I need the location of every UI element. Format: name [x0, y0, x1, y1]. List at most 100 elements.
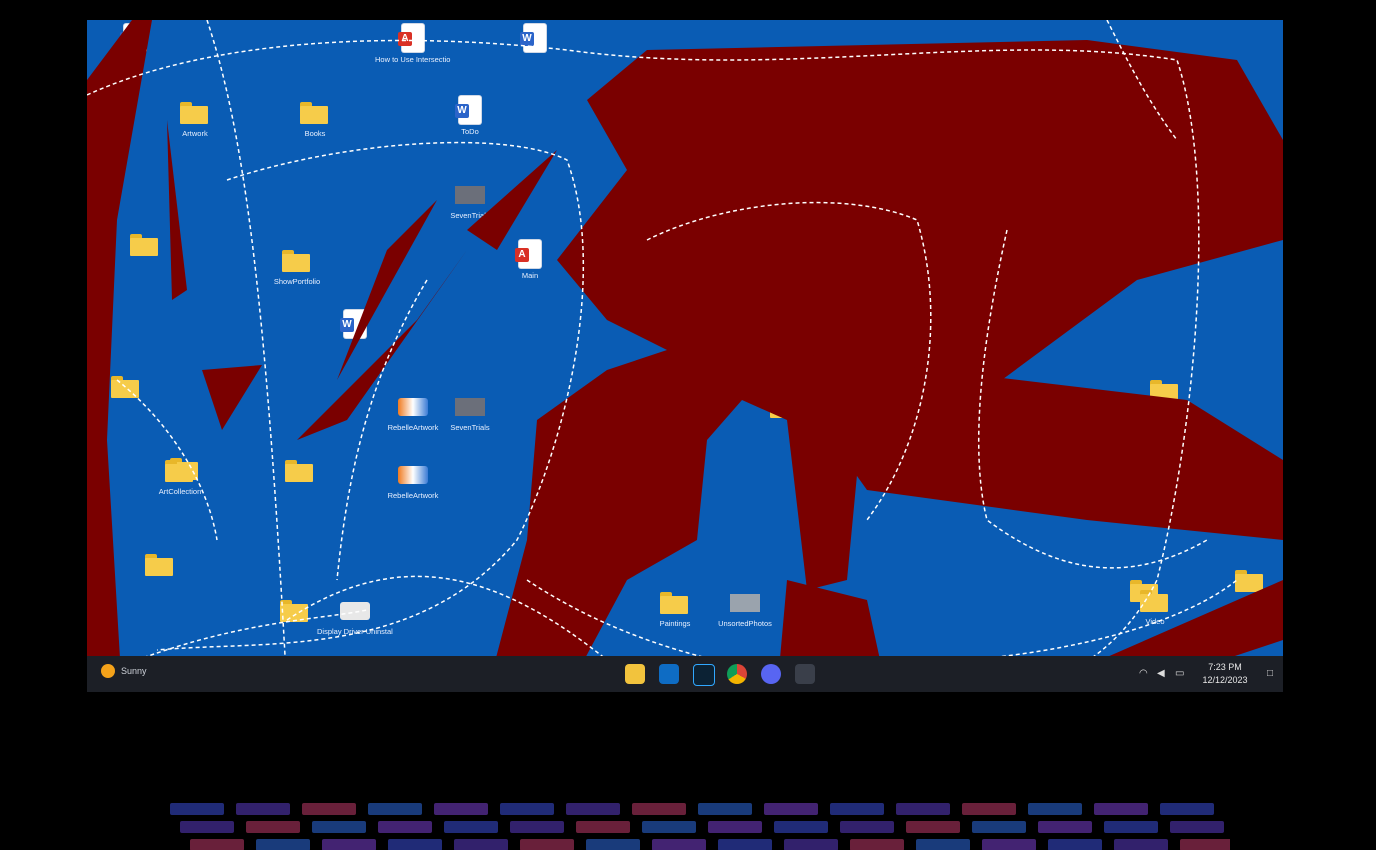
image-file-icon — [455, 180, 485, 208]
keyboard-key — [520, 839, 574, 850]
chrome-icon[interactable] — [727, 664, 747, 684]
desktop-icon-label: Artwork — [182, 129, 208, 138]
keyboard-key — [916, 839, 970, 850]
battery-icon[interactable]: ▭ — [1175, 668, 1184, 679]
desktop-icon-label: Books — [304, 129, 326, 138]
clock-date: 12/12/2023 — [1202, 675, 1248, 685]
desktop-icon[interactable]: ShowPortfolio — [259, 246, 335, 306]
wifi-icon[interactable]: ◠ — [1139, 668, 1148, 679]
keyboard-key — [246, 821, 300, 833]
keyboard-key — [962, 803, 1016, 815]
desktop-icon[interactable]: W — [317, 310, 393, 370]
keyboard-key — [180, 821, 234, 833]
desktop-icon[interactable]: ArtCollection — [142, 456, 218, 516]
desktop-icon[interactable]: Video — [1117, 586, 1193, 646]
folder-icon — [660, 588, 690, 616]
taskbar: Sunny ◠ ◀ ▭ 7:23 PM 12/12/2023 □ — [87, 656, 1283, 692]
pdf-document-icon: A — [515, 240, 545, 268]
discord-icon[interactable] — [761, 664, 781, 684]
keyboard-key — [830, 803, 884, 815]
desktop-icon[interactable]: W — [497, 24, 573, 84]
keyboard-key — [1028, 803, 1082, 815]
outlook-icon[interactable] — [659, 664, 679, 684]
desktop-icon[interactable]: W ToDo — [432, 96, 508, 156]
desktop-icon[interactable] — [917, 246, 993, 306]
keyboard-backlight — [130, 795, 1230, 850]
application-icon — [398, 460, 428, 488]
desktop-icon[interactable] — [88, 372, 164, 432]
word-document-icon: W — [455, 96, 485, 124]
keyboard-key — [500, 803, 554, 815]
keyboard-key — [652, 839, 706, 850]
app-icon[interactable] — [795, 664, 815, 684]
weather-widget[interactable]: Sunny — [101, 664, 147, 678]
folder-icon — [165, 456, 195, 484]
keyboard-key — [576, 821, 630, 833]
keyboard-key — [698, 803, 752, 815]
pdf-document-icon: A — [398, 24, 428, 52]
keyboard-key — [322, 839, 376, 850]
desktop-icon-label: ArtCollection — [158, 487, 202, 496]
keyboard-key — [850, 839, 904, 850]
folder-icon — [130, 230, 160, 258]
keyboard-key — [378, 821, 432, 833]
keyboard-key — [256, 839, 310, 850]
keyboard-key — [632, 803, 686, 815]
application-icon — [398, 392, 428, 420]
folder-icon — [285, 456, 315, 484]
desktop-icon-label: Video — [1145, 617, 1165, 626]
weather-label: Sunny — [121, 666, 147, 676]
word-document-icon: W — [340, 310, 370, 338]
notification-icon[interactable]: □ — [1267, 668, 1273, 679]
desktop-icon[interactable]: RebelleArtwork — [375, 460, 451, 520]
desktop-icon[interactable]: MusicVideos — [1017, 394, 1093, 454]
keyboard-key — [190, 839, 244, 850]
image-file-icon — [455, 392, 485, 420]
keyboard-key — [906, 821, 960, 833]
volume-icon[interactable]: ◀ — [1157, 668, 1165, 679]
file-explorer-icon[interactable] — [625, 664, 645, 684]
desktop-icon[interactable]: Artwork — [157, 98, 233, 158]
desktop-icon[interactable] — [757, 246, 833, 306]
desktop-icon-label: SevenTrials — [450, 211, 490, 220]
keyboard-key — [510, 821, 564, 833]
desktop-icon[interactable] — [107, 230, 183, 290]
keyboard-key — [368, 803, 422, 815]
keyboard-key — [236, 803, 290, 815]
clock-time: 7:23 PM — [1208, 662, 1242, 672]
desktop-icon[interactable] — [122, 550, 198, 610]
desktop-icon[interactable]: UnsortedPhotos — [707, 588, 783, 648]
desktop-icon-label: Paintings — [659, 619, 691, 628]
desktop-icon[interactable] — [1212, 566, 1283, 626]
folder-icon — [180, 98, 210, 126]
desktop-icon[interactable] — [747, 392, 823, 452]
folder-icon — [282, 246, 312, 274]
desktop-icon[interactable]: Display Driver Uninstaller — [317, 596, 393, 656]
desktop-icon[interactable]: Books — [277, 98, 353, 158]
desktop-icon-label: MusicVideos — [1033, 425, 1077, 434]
folder-icon — [1235, 566, 1265, 594]
desktop-icon[interactable]: A Main — [492, 240, 568, 300]
desktop-icon[interactable] — [1127, 376, 1203, 436]
keyboard-key — [764, 803, 818, 815]
desktop-icon-label: Main — [521, 271, 539, 280]
keyboard-key — [454, 839, 508, 850]
desktop-icon[interactable]: SevenTrials — [432, 180, 508, 240]
desktop-icon[interactable]: A How to Use Intersections — [375, 24, 451, 84]
keyboard-key — [434, 803, 488, 815]
desktop-icon[interactable]: W — [97, 24, 173, 84]
desktop-icon[interactable] — [262, 456, 338, 516]
desktop-icon[interactable]: Paintings — [637, 588, 713, 648]
sun-icon — [101, 664, 115, 678]
clock[interactable]: 7:23 PM 12/12/2023 — [1195, 661, 1255, 687]
desktop-icon[interactable]: SevenTrials — [432, 392, 508, 452]
desktop-icon-label: ShowPortfolio — [273, 277, 321, 286]
desktop-icon-label: How to Use Intersections — [375, 55, 451, 64]
folder-icon — [725, 196, 755, 224]
keyboard-key — [566, 803, 620, 815]
keyboard-key — [774, 821, 828, 833]
photoshop-icon[interactable] — [693, 664, 715, 686]
application-icon — [340, 596, 370, 624]
word-document-icon: W — [520, 24, 550, 52]
keyboard-key — [388, 839, 442, 850]
